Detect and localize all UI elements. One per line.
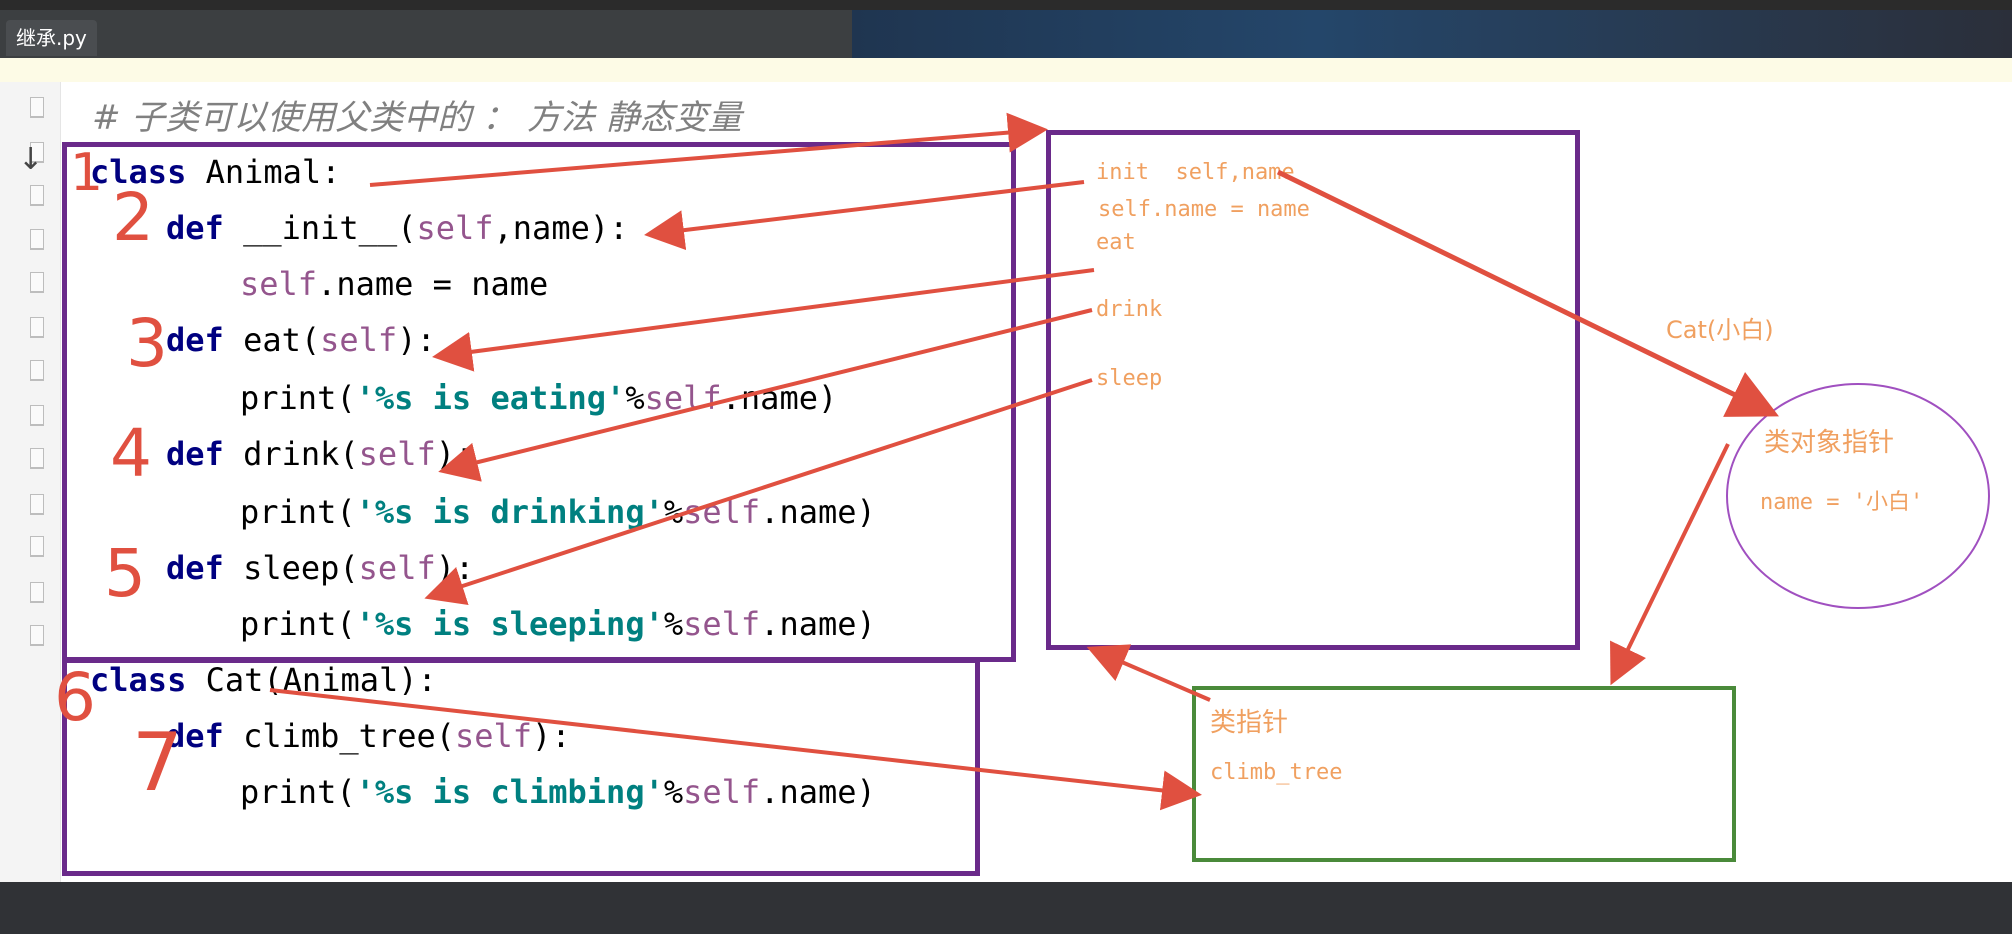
editor-gutter: ↓	[0, 82, 61, 882]
fold-marker[interactable]	[30, 582, 44, 603]
title-bar: 继承.py	[0, 0, 2012, 58]
desktop-background	[852, 10, 2012, 58]
fold-marker[interactable]	[30, 625, 44, 646]
toolbar-strip	[0, 0, 2012, 10]
namespace-drink: drink	[1096, 297, 1163, 322]
current-line-highlight	[0, 58, 2012, 82]
namespace-climb-tree: climb_tree	[1210, 760, 1343, 785]
fold-marker[interactable]	[30, 272, 44, 293]
fold-marker[interactable]	[30, 317, 44, 338]
fold-marker[interactable]	[30, 97, 44, 118]
fold-marker[interactable]	[30, 229, 44, 250]
animal-class-box	[62, 142, 1016, 662]
file-tab[interactable]: 继承.py	[6, 20, 97, 56]
object-pointer-label: 类对象指针	[1764, 428, 1895, 458]
status-bar	[0, 882, 2012, 934]
namespace-sleep: sleep	[1096, 366, 1163, 391]
cat-instance-label: Cat(小白)	[1666, 316, 1774, 344]
run-arrow-icon[interactable]: ↓	[18, 142, 43, 177]
class-pointer-label: 类指针	[1210, 708, 1289, 738]
fold-marker[interactable]	[30, 405, 44, 426]
fold-marker[interactable]	[30, 185, 44, 206]
fold-marker[interactable]	[30, 536, 44, 557]
fold-marker[interactable]	[30, 494, 44, 515]
namespace-eat: eat	[1096, 230, 1136, 255]
code-comment: # 子类可以使用父类中的 ： 方法 静态变量	[92, 98, 742, 138]
namespace-self-name: self.name = name	[1098, 197, 1310, 222]
object-name-attr: name = '小白'	[1760, 490, 1924, 515]
namespace-init: init self,name	[1096, 160, 1295, 185]
fold-marker[interactable]	[30, 448, 44, 469]
cat-class-box	[62, 658, 980, 876]
fold-marker[interactable]	[30, 360, 44, 381]
